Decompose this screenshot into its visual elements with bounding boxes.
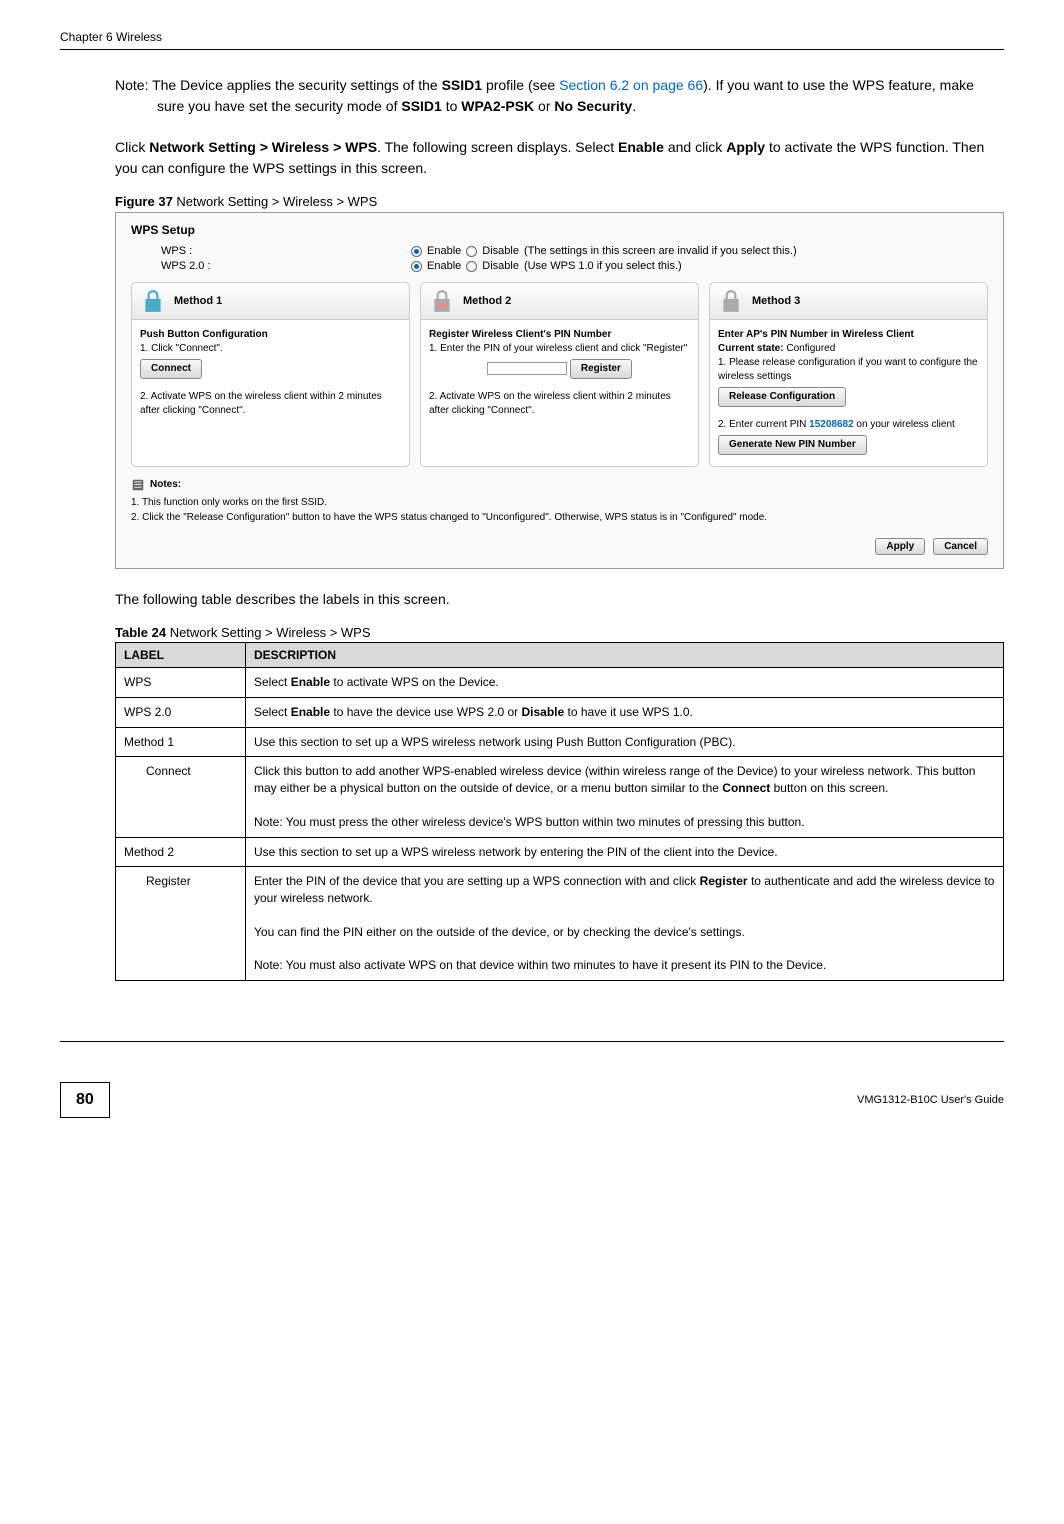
section-link[interactable]: Section 6.2 on page 66 bbox=[559, 77, 703, 93]
table-row: Method 1Use this section to set up a WPS… bbox=[116, 727, 1004, 757]
method2-box: Method 2 Register Wireless Client's PIN … bbox=[420, 282, 699, 467]
label-cell: WPS 2.0 bbox=[116, 697, 246, 727]
label-cell: WPS bbox=[116, 668, 246, 698]
th-desc: DESCRIPTION bbox=[246, 643, 1004, 668]
release-config-button[interactable]: Release Configuration bbox=[718, 387, 846, 407]
desc-cell: Select Enable to activate WPS on the Dev… bbox=[246, 668, 1004, 698]
table-row: ConnectClick this button to add another … bbox=[116, 757, 1004, 837]
generate-pin-button[interactable]: Generate New PIN Number bbox=[718, 435, 867, 455]
desc-cell: Use this section to set up a WPS wireles… bbox=[246, 727, 1004, 757]
label-cell: Connect bbox=[116, 757, 246, 837]
notes-section: Notes: 1. This function only works on th… bbox=[131, 477, 988, 525]
body-paragraph: Click Network Setting > Wireless > WPS. … bbox=[115, 137, 1004, 179]
table-row: WPS 2.0Select Enable to have the device … bbox=[116, 697, 1004, 727]
wps-disable-radio[interactable] bbox=[466, 246, 477, 257]
label-cell: Method 2 bbox=[116, 837, 246, 867]
th-label: LABEL bbox=[116, 643, 246, 668]
wps20-enable-radio[interactable] bbox=[411, 261, 422, 272]
desc-cell: Select Enable to have the device use WPS… bbox=[246, 697, 1004, 727]
lock-icon-grey bbox=[718, 288, 744, 314]
page-header: Chapter 6 Wireless bbox=[60, 30, 1004, 44]
method3-title: Method 3 bbox=[752, 295, 800, 307]
wps20-disable-radio[interactable] bbox=[466, 261, 477, 272]
pin-lock-icon bbox=[429, 288, 455, 314]
body-paragraph-2: The following table describes the labels… bbox=[115, 589, 1004, 610]
pin-number: 15208682 bbox=[809, 419, 854, 430]
table-row: Method 2Use this section to set up a WPS… bbox=[116, 837, 1004, 867]
wps-enable-radio[interactable] bbox=[411, 246, 422, 257]
desc-cell: Enter the PIN of the device that you are… bbox=[246, 867, 1004, 981]
wps-label: WPS : bbox=[161, 245, 411, 257]
wps20-row: WPS 2.0 : Enable Disable (Use WPS 1.0 if… bbox=[161, 260, 988, 272]
wps-setup-title: WPS Setup bbox=[131, 223, 988, 237]
method1-title: Method 1 bbox=[174, 295, 222, 307]
wps-row: WPS : Enable Disable (The settings in th… bbox=[161, 245, 988, 257]
desc-cell: Click this button to add another WPS-ena… bbox=[246, 757, 1004, 837]
table-caption: Table 24 Network Setting > Wireless > WP… bbox=[115, 625, 1004, 640]
table-row: RegisterEnter the PIN of the device that… bbox=[116, 867, 1004, 981]
method3-box: Method 3 Enter AP's PIN Number in Wirele… bbox=[709, 282, 988, 467]
cancel-button[interactable]: Cancel bbox=[933, 538, 988, 555]
lock-icon bbox=[140, 288, 166, 314]
chapter-title: Chapter 6 Wireless bbox=[60, 30, 162, 44]
figure-caption: Figure 37 Network Setting > Wireless > W… bbox=[115, 194, 1004, 209]
wps20-label: WPS 2.0 : bbox=[161, 260, 411, 272]
connect-button[interactable]: Connect bbox=[140, 359, 202, 379]
label-cell: Register bbox=[116, 867, 246, 981]
header-rule bbox=[60, 49, 1004, 50]
screenshot: WPS Setup WPS : Enable Disable (The sett… bbox=[115, 212, 1004, 569]
note-block: Note: The Device applies the security se… bbox=[115, 75, 1004, 117]
footer-guide: VMG1312-B10C User's Guide bbox=[857, 1094, 1004, 1106]
methods-row: Method 1 Push Button Configuration 1. Cl… bbox=[131, 282, 988, 467]
label-cell: Method 1 bbox=[116, 727, 246, 757]
footer-row: 80 VMG1312-B10C User's Guide bbox=[60, 1082, 1004, 1118]
desc-cell: Use this section to set up a WPS wireles… bbox=[246, 837, 1004, 867]
method2-title: Method 2 bbox=[463, 295, 511, 307]
register-button[interactable]: Register bbox=[570, 359, 632, 379]
pin-input[interactable] bbox=[487, 362, 567, 375]
apply-button[interactable]: Apply bbox=[875, 538, 925, 555]
table-row: WPSSelect Enable to activate WPS on the … bbox=[116, 668, 1004, 698]
footer-rule bbox=[60, 1041, 1004, 1042]
description-table: LABEL DESCRIPTION WPSSelect Enable to ac… bbox=[115, 642, 1004, 981]
page-number: 80 bbox=[60, 1082, 110, 1118]
method1-box: Method 1 Push Button Configuration 1. Cl… bbox=[131, 282, 410, 467]
note-icon bbox=[131, 478, 145, 492]
